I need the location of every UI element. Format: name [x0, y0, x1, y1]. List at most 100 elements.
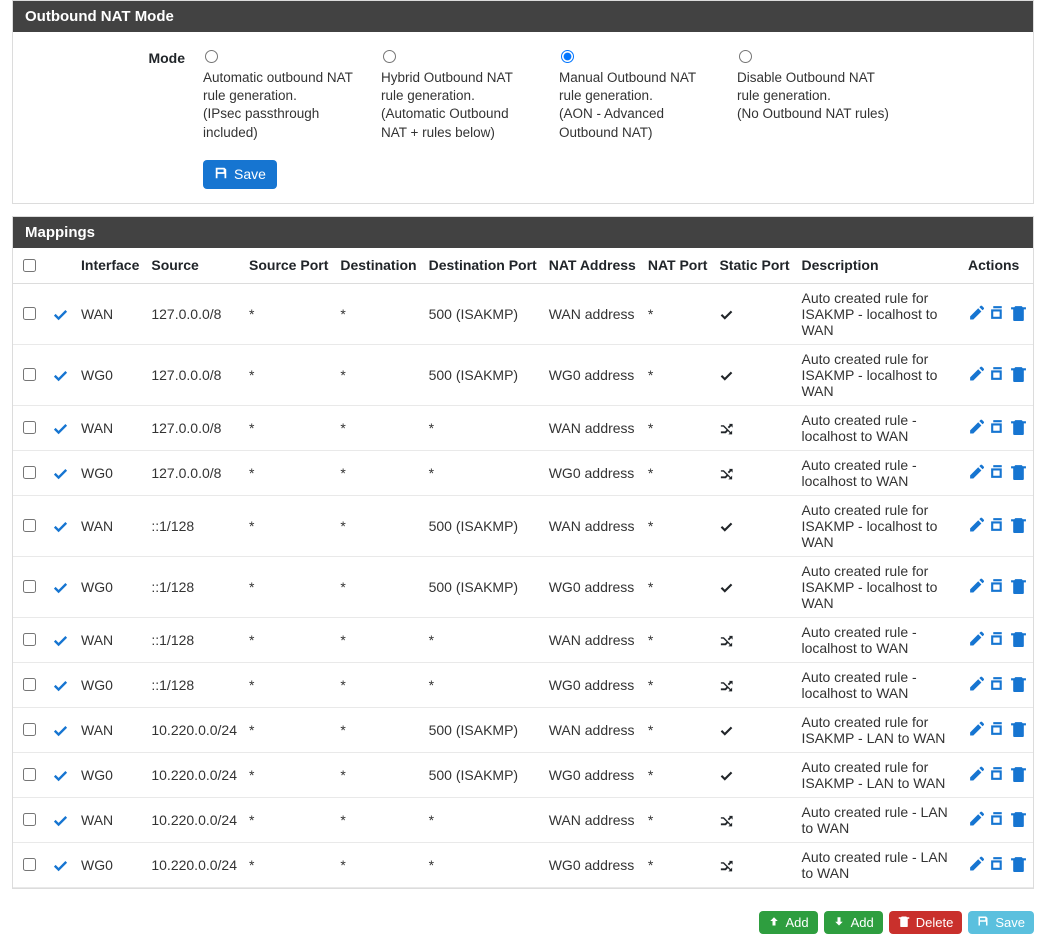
delete-action[interactable] — [1010, 365, 1027, 382]
edit-action[interactable] — [968, 765, 985, 782]
cell-interface: WG0 — [75, 556, 145, 617]
edit-action[interactable] — [968, 855, 985, 872]
row-select-checkbox[interactable] — [23, 519, 36, 532]
table-row[interactable]: WG0127.0.0.0/8**500 (ISAKMP)WG0 address*… — [13, 344, 1033, 405]
row-select-checkbox[interactable] — [23, 723, 36, 736]
save-button[interactable]: Save — [203, 160, 277, 189]
edit-action[interactable] — [968, 304, 985, 321]
level-up-icon — [768, 915, 780, 930]
table-row[interactable]: WAN10.220.0.0/24***WAN address*Auto crea… — [13, 797, 1033, 842]
table-row[interactable]: WG0::1/128**500 (ISAKMP)WG0 address*Auto… — [13, 556, 1033, 617]
delete-action[interactable] — [1010, 463, 1027, 480]
cell-destination-port: 500 (ISAKMP) — [423, 283, 543, 344]
row-select-checkbox[interactable] — [23, 858, 36, 871]
copy-action[interactable] — [989, 810, 1006, 827]
table-row[interactable]: WAN::1/128**500 (ISAKMP)WAN address*Auto… — [13, 495, 1033, 556]
row-select-checkbox[interactable] — [23, 678, 36, 691]
col-destination-port: Destination Port — [423, 248, 543, 284]
copy-action[interactable] — [989, 463, 1006, 480]
table-row[interactable]: WG0127.0.0.0/8***WG0 address*Auto create… — [13, 450, 1033, 495]
table-row[interactable]: WG010.220.0.0/24**500 (ISAKMP)WG0 addres… — [13, 752, 1033, 797]
check-icon[interactable] — [51, 305, 69, 323]
mode-radio-3[interactable] — [739, 50, 752, 63]
edit-action[interactable] — [968, 418, 985, 435]
delete-action[interactable] — [1010, 577, 1027, 594]
edit-action[interactable] — [968, 720, 985, 737]
check-icon[interactable] — [51, 464, 69, 482]
row-select-checkbox[interactable] — [23, 421, 36, 434]
edit-action[interactable] — [968, 516, 985, 533]
cell-source: 10.220.0.0/24 — [145, 752, 243, 797]
row-select-checkbox[interactable] — [23, 466, 36, 479]
row-select-checkbox[interactable] — [23, 768, 36, 781]
cell-description: Auto created rule for ISAKMP - localhost… — [795, 556, 962, 617]
cell-nat-address: WAN address — [543, 707, 642, 752]
table-row[interactable]: WAN127.0.0.0/8***WAN address*Auto create… — [13, 405, 1033, 450]
delete-action[interactable] — [1010, 630, 1027, 647]
delete-action[interactable] — [1010, 418, 1027, 435]
copy-action[interactable] — [989, 365, 1006, 382]
edit-action[interactable] — [968, 630, 985, 647]
row-select-checkbox[interactable] — [23, 633, 36, 646]
table-row[interactable]: WAN127.0.0.0/8**500 (ISAKMP)WAN address*… — [13, 283, 1033, 344]
delete-action[interactable] — [1010, 855, 1027, 872]
mode-radio-2[interactable] — [561, 50, 574, 63]
cell-destination-port: * — [423, 617, 543, 662]
save-icon — [214, 166, 228, 183]
col-source: Source — [145, 248, 243, 284]
check-icon[interactable] — [51, 766, 69, 784]
copy-action[interactable] — [989, 304, 1006, 321]
delete-action[interactable] — [1010, 720, 1027, 737]
delete-selected-button[interactable]: Delete — [889, 911, 963, 934]
save-order-button[interactable]: Save — [968, 911, 1034, 934]
edit-action[interactable] — [968, 577, 985, 594]
edit-action[interactable] — [968, 365, 985, 382]
cell-interface: WAN — [75, 617, 145, 662]
row-select-checkbox[interactable] — [23, 307, 36, 320]
check-icon[interactable] — [51, 366, 69, 384]
row-select-checkbox[interactable] — [23, 368, 36, 381]
copy-action[interactable] — [989, 418, 1006, 435]
add-bottom-button[interactable]: Add — [824, 911, 883, 934]
check-icon[interactable] — [51, 578, 69, 596]
delete-action[interactable] — [1010, 516, 1027, 533]
copy-action[interactable] — [989, 765, 1006, 782]
copy-action[interactable] — [989, 516, 1006, 533]
cell-nat-address: WAN address — [543, 283, 642, 344]
copy-action[interactable] — [989, 855, 1006, 872]
check-icon[interactable] — [51, 517, 69, 535]
table-row[interactable]: WG0::1/128***WG0 address*Auto created ru… — [13, 662, 1033, 707]
col-source-port: Source Port — [243, 248, 334, 284]
edit-action[interactable] — [968, 463, 985, 480]
add-top-button[interactable]: Add — [759, 911, 818, 934]
check-icon[interactable] — [51, 419, 69, 437]
cell-destination-port: * — [423, 450, 543, 495]
copy-action[interactable] — [989, 720, 1006, 737]
copy-action[interactable] — [989, 577, 1006, 594]
check-icon[interactable] — [51, 811, 69, 829]
check-icon[interactable] — [51, 631, 69, 649]
table-row[interactable]: WAN10.220.0.0/24**500 (ISAKMP)WAN addres… — [13, 707, 1033, 752]
delete-action[interactable] — [1010, 304, 1027, 321]
edit-action[interactable] — [968, 810, 985, 827]
cell-source: 127.0.0.0/8 — [145, 344, 243, 405]
copy-action[interactable] — [989, 630, 1006, 647]
mode-radio-1[interactable] — [383, 50, 396, 63]
table-row[interactable]: WG010.220.0.0/24***WG0 address*Auto crea… — [13, 842, 1033, 887]
cell-static-port — [713, 617, 795, 662]
cell-interface: WAN — [75, 283, 145, 344]
row-select-checkbox[interactable] — [23, 813, 36, 826]
delete-action[interactable] — [1010, 765, 1027, 782]
check-icon[interactable] — [51, 856, 69, 874]
check-icon[interactable] — [51, 676, 69, 694]
check-icon[interactable] — [51, 721, 69, 739]
cell-nat-address: WG0 address — [543, 344, 642, 405]
mode-radio-0[interactable] — [205, 50, 218, 63]
delete-action[interactable] — [1010, 810, 1027, 827]
table-row[interactable]: WAN::1/128***WAN address*Auto created ru… — [13, 617, 1033, 662]
edit-action[interactable] — [968, 675, 985, 692]
copy-action[interactable] — [989, 675, 1006, 692]
row-select-checkbox[interactable] — [23, 580, 36, 593]
delete-action[interactable] — [1010, 675, 1027, 692]
select-all-checkbox[interactable] — [23, 259, 36, 272]
